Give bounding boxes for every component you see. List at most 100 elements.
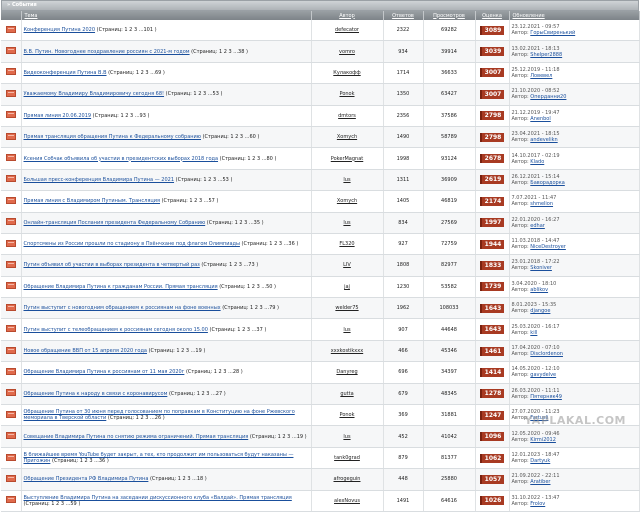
topic-pages[interactable]: (Страниц: 1 2 3 ...59 ) xyxy=(24,501,81,507)
topic-author[interactable]: Xomych xyxy=(311,190,384,213)
topic-author[interactable]: gutta xyxy=(311,383,384,406)
topic-pages[interactable]: (Страниц: 1 2 3 ...19 ) xyxy=(149,348,206,354)
topic-link[interactable]: Совещание Владимира Путина по снятию реж… xyxy=(24,434,249,440)
updated-author-link[interactable]: Aratiber xyxy=(530,479,550,485)
topic-link[interactable]: Путин объявил об участии в выборах прези… xyxy=(24,262,200,268)
updated-author-link[interactable]: Disclordenon xyxy=(530,351,563,357)
topic-pages[interactable]: (Страниц: 1 2 3 ...28 ) xyxy=(186,369,243,375)
updated-author-link[interactable]: ГорыСвиренький xyxy=(530,30,575,36)
header-replies[interactable]: Ответов xyxy=(383,11,424,20)
topic-author[interactable]: lus xyxy=(311,425,384,448)
topic-author[interactable]: tank0grad xyxy=(311,447,384,470)
topic-author[interactable]: afrogeguin xyxy=(311,468,384,491)
topic-pages[interactable]: (Страниц: 1 2 3 ...36 ) xyxy=(52,458,109,464)
topic-pages[interactable]: (Страниц: 1 2 3 ...35 ) xyxy=(207,220,264,226)
updated-author-link[interactable]: Shelper2888 xyxy=(530,52,562,58)
topic-author[interactable]: Ponok xyxy=(311,404,384,427)
topic-link[interactable]: Спортсмены из России прошли по стадиону … xyxy=(24,241,240,247)
topic-envelope-icon xyxy=(5,154,16,162)
topic-link[interactable]: Конференция Путина 2020 xyxy=(24,27,96,33)
updated-author-link[interactable]: NiceDestroyer xyxy=(530,244,566,250)
topic-link[interactable]: Онлайн-трансляция Послания президента Фе… xyxy=(24,220,206,226)
topic-pages[interactable]: (Страниц: 1 2 3 ...60 ) xyxy=(203,134,260,140)
topic-pages[interactable]: (Страниц: 1 2 3 ...73 ) xyxy=(201,262,258,268)
topic-link[interactable]: Обращение Президента РФ Владимира Путина xyxy=(24,476,149,482)
topic-link[interactable]: Уважаемому Владимиру Владимировичу сегод… xyxy=(24,91,165,97)
topic-score-badge: 1026 xyxy=(480,496,504,506)
topic-cell: Прямая трансляция обращения Путина к Фед… xyxy=(21,126,312,149)
topic-pages[interactable]: (Страниц: 1 2 3 ...79 ) xyxy=(222,305,279,311)
topic-link[interactable]: Большая пресс-конференция Владимира Пути… xyxy=(24,177,175,183)
updated-author-link[interactable]: Klado xyxy=(530,159,544,165)
topic-link[interactable]: Обращение Владимира Путина к россиянам о… xyxy=(24,369,185,375)
topic-link[interactable]: Ксения Собчак объявила об участии в през… xyxy=(24,156,219,162)
topic-author[interactable]: vomro xyxy=(311,40,384,63)
topic-author[interactable]: lus xyxy=(311,212,384,234)
header-topic[interactable]: Тема xyxy=(21,11,312,20)
updated-author-prefix: Автор: xyxy=(511,222,529,229)
updated-author-link[interactable]: Баворадорка xyxy=(530,180,565,186)
topic-author[interactable]: PokerMagnat xyxy=(311,147,384,170)
topic-pages[interactable]: (Страниц: 1 2 3 ...38 ) xyxy=(191,49,248,55)
updated-author-link[interactable]: Skoniver xyxy=(530,265,552,271)
topic-link[interactable]: Прямая линия 20.06.2019 xyxy=(24,113,92,119)
updated-author-link[interactable]: Kirmi2012 xyxy=(530,437,556,443)
updated-author-link[interactable]: djangoe xyxy=(530,308,550,314)
topic-link[interactable]: Путин выступит с новогодним обращением к… xyxy=(24,305,221,311)
topic-link[interactable]: Прямая линия с Владимиром Путиным. Транс… xyxy=(24,198,161,204)
topic-pages[interactable]: (Страниц: 1 2 3 ...69 ) xyxy=(108,70,165,76)
topic-pages[interactable]: (Страниц: 1 2 3 ...57 ) xyxy=(162,198,219,204)
topic-envelope-icon xyxy=(5,410,16,418)
updated-author-link[interactable]: kill xyxy=(530,330,537,336)
topic-link[interactable]: Обращение Путина к народу в связи с коро… xyxy=(24,391,168,397)
topic-author[interactable]: FL320 xyxy=(311,233,384,256)
topic-author[interactable]: lus xyxy=(311,169,384,192)
topic-link[interactable]: Обращение Владимира Путина к гражданам Р… xyxy=(24,284,218,290)
topic-author[interactable]: Danyreg xyxy=(311,361,384,384)
topic-pages[interactable]: (Страниц: 1 2 3 ...101 ) xyxy=(97,27,157,33)
topic-pages[interactable]: (Страниц: 1 2 3 ...36 ) xyxy=(242,241,299,247)
updated-author-link[interactable]: Anenbol xyxy=(530,116,550,122)
topic-link[interactable]: Видеоконференция Путина В.В xyxy=(24,70,107,76)
updated-author-link[interactable]: andevelikn xyxy=(530,137,557,143)
topic-author[interactable]: Ponok xyxy=(311,83,384,106)
topic-author[interactable]: Xomych xyxy=(311,126,384,149)
topic-pages[interactable]: (Страниц: 1 2 3 ...26 ) xyxy=(108,415,165,421)
updated-author-link[interactable]: ablikov xyxy=(530,287,548,293)
topic-pages[interactable]: (Страниц: 1 2 3 ...80 ) xyxy=(220,156,277,162)
topic-link[interactable]: Прямая трансляция обращения Путина к Фед… xyxy=(24,134,202,140)
topic-pages[interactable]: (Страниц: 1 2 3 ...53 ) xyxy=(176,177,233,183)
topic-author[interactable]: welder75 xyxy=(311,297,384,320)
topic-pages[interactable]: (Страниц: 1 2 3 ...19 ) xyxy=(250,434,307,440)
topic-author[interactable]: jaj xyxy=(311,276,384,299)
topic-author[interactable]: dmtors xyxy=(311,105,384,127)
topic-author[interactable]: xxxkostikxxx xyxy=(311,340,384,363)
updated-author-link[interactable]: gavydelve xyxy=(530,372,556,378)
header-author[interactable]: Автор xyxy=(311,11,384,20)
topic-link[interactable]: В.В. Путин. Новогоднее поздравление росс… xyxy=(24,49,190,55)
topic-author[interactable]: LIV xyxy=(311,254,384,277)
topic-author[interactable]: lus xyxy=(311,318,384,341)
updated-author-link[interactable]: shmelion xyxy=(530,201,553,207)
topic-pages[interactable]: (Страниц: 1 2 3 ...27 ) xyxy=(169,391,226,397)
updated-author-link[interactable]: Frolov xyxy=(530,501,545,507)
updated-author-link[interactable]: Оперданни20 xyxy=(530,94,566,100)
topic-pages[interactable]: (Страниц: 1 2 3 ...50 ) xyxy=(219,284,276,290)
topic-link[interactable]: Новое обращение ВВП от 15 апреля 2020 го… xyxy=(24,348,147,354)
header-score[interactable]: Оценка xyxy=(475,11,510,20)
header-updated[interactable]: Обновление xyxy=(509,11,640,20)
topic-link[interactable]: Путин выступит с телеобращением к россия… xyxy=(24,327,208,333)
updated-author-link[interactable]: Ловевел xyxy=(530,73,552,79)
updated-author-link[interactable]: Пятерняк49 xyxy=(530,394,562,400)
topic-author[interactable]: defecator xyxy=(311,20,384,42)
topic-author[interactable]: Кулакофф xyxy=(311,62,384,85)
updated-author-link[interactable]: Dartyuk xyxy=(530,458,550,464)
header-views[interactable]: Просмотров xyxy=(423,11,476,20)
updated-author-link[interactable]: edhar xyxy=(530,223,545,229)
topic-pages[interactable]: (Страниц: 1 2 3 ...18 ) xyxy=(150,476,207,482)
topic-updated: 23.04.2021 - 18:15 Автор: andevelikn xyxy=(509,126,640,149)
topic-pages[interactable]: (Страниц: 1 2 3 ...93 ) xyxy=(93,113,150,119)
topic-author[interactable]: alexNovus xyxy=(311,490,384,512)
topic-pages[interactable]: (Страниц: 1 2 3 ...37 ) xyxy=(210,327,267,333)
topic-pages[interactable]: (Страниц: 1 2 3 ...53 ) xyxy=(166,91,223,97)
